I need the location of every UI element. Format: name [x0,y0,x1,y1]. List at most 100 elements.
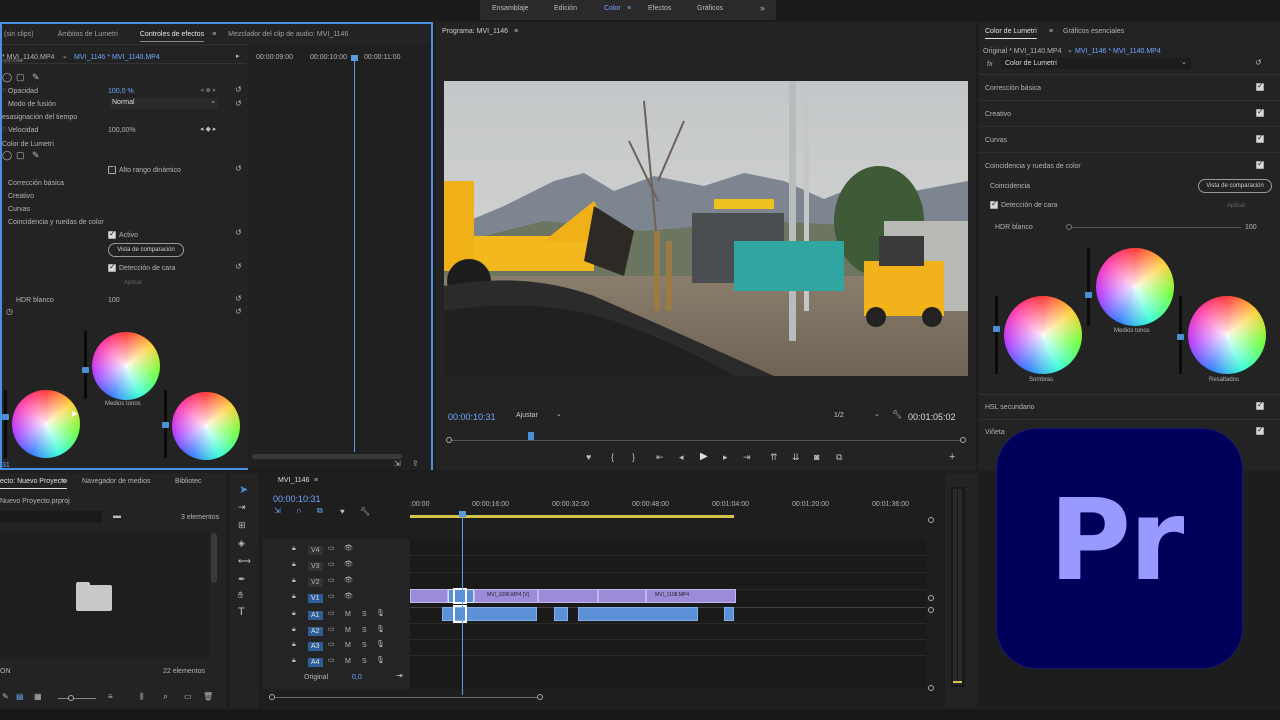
keyframe-nav-icon[interactable]: ◂ ◆ ▸ [200,126,216,133]
tab-effect-controls[interactable]: Controles de efectos [126,31,212,38]
timeline-h-scrollbar[interactable] [269,694,543,700]
folder-icon[interactable] [76,585,112,611]
workspace-tab-color[interactable]: Color [604,5,621,12]
extract-icon[interactable]: ⇊ [792,453,800,462]
opacity-toggle-icon[interactable]: ◌ [2,87,6,94]
video-clip[interactable] [538,589,598,603]
pen-mask-icon[interactable]: ✎ [32,151,40,160]
reset-icon[interactable]: ↺ [1255,59,1262,67]
sequence-tab[interactable]: MVI_1146 [278,477,309,484]
lumetri-vignette-checkbox[interactable] [1256,425,1264,435]
mute-button[interactable]: M [345,627,351,634]
zoom-slider[interactable] [58,695,96,701]
video-clip[interactable]: MVI_1096.MP4 [V] [474,589,538,603]
reset-icon[interactable]: ↺ [235,308,242,316]
lock-icon[interactable]: 🔒︎ [292,561,296,568]
video-clip[interactable]: MVI_1108.MP4 [646,589,736,603]
speed-toggle-icon[interactable]: ◌ [2,126,6,133]
add-button-icon[interactable]: + [949,452,955,463]
selection-tool-icon[interactable]: ➤ [239,485,248,496]
opacity-value[interactable]: 100,0 % [108,88,134,95]
section-creative[interactable]: Creativo [8,193,34,200]
lock-icon[interactable]: 🔒︎ [292,626,296,633]
lumetri-face-detect-checkbox[interactable] [990,199,998,209]
sync-icon[interactable]: ▭ [328,610,335,617]
sync-icon[interactable]: ▭ [328,577,335,584]
time-ruler[interactable]: :00:00 00:00:16:00 00:00:32:00 00:00:48:… [410,497,930,519]
linked-selection-icon[interactable]: ⧉ [317,507,323,515]
lumetri-creative-checkbox[interactable] [1256,107,1264,117]
fx-badge[interactable]: fx [987,61,992,68]
wrench-icon[interactable]: 🔧︎ [892,411,902,419]
audio-clip[interactable] [578,607,698,621]
hdr-checkbox[interactable] [108,164,116,174]
sync-icon[interactable]: ▭ [328,657,335,664]
track-v4-label[interactable]: V4 [308,546,323,555]
hand-tool-icon[interactable]: ✋︎ [238,591,243,600]
solo-button[interactable]: S [362,611,367,618]
program-scrub-bar[interactable] [446,432,966,443]
add-marker-icon[interactable]: ♥ [340,508,345,516]
rectangle-mask-icon[interactable]: ▢ [16,151,25,160]
mark-in-icon[interactable]: { [611,453,614,462]
mute-button[interactable]: M [345,658,351,665]
lumetri-section-hsl[interactable]: HSL secundario [985,404,1035,411]
resolution-select[interactable]: 1/2 ⌄ [834,410,884,421]
tab-project[interactable]: ecto: Nuevo Proyecto [0,478,67,485]
mute-button[interactable]: M [345,611,351,618]
chevron-down-icon[interactable]: ⌄ [1067,47,1073,54]
eye-icon[interactable]: 👁︎ [344,593,353,600]
ellipse-mask-icon[interactable]: ◯ [2,151,12,160]
workspace-tab-efectos[interactable]: Efectos [648,5,671,12]
tab-audio-mixer[interactable]: Mezclador del clip de audio: MVI_1146 [216,31,356,38]
go-to-end-icon[interactable]: ⇥ [396,672,403,680]
lumetri-wheels-checkbox[interactable] [1256,159,1264,169]
add-marker-icon[interactable]: ♥ [586,453,591,462]
settings-wrench-icon[interactable]: 🔧︎ [360,508,370,516]
pen-tool-icon[interactable]: ✒ [238,575,246,584]
delete-icon[interactable]: 🗑︎ [203,693,213,701]
new-item-icon[interactable]: ▭ [184,693,192,701]
speed-value[interactable]: 100,00% [108,127,136,134]
go-to-out-icon[interactable]: ⇥ [743,453,751,462]
new-bin-icon[interactable]: ▬ [113,512,121,520]
microphone-icon[interactable]: 🎙︎ [376,657,385,664]
lock-icon[interactable]: 🔒︎ [292,577,296,584]
lumetri-apply-button[interactable]: Aplicar [1227,203,1245,209]
snap-icon[interactable]: ∩ [296,507,302,515]
lumetri-shadows-wheel[interactable] [1004,296,1082,374]
blend-mode-select[interactable]: Normal ⌄ [110,98,218,109]
lumetri-highlights-slider[interactable] [1177,296,1184,374]
program-playhead[interactable] [527,432,534,440]
lumetri-section-curves[interactable]: Curvas [985,137,1007,144]
lumetri-hdr-white-value[interactable]: 100 [1245,224,1257,231]
timeline-playhead[interactable] [462,515,463,695]
tab-lumetri-scopes[interactable]: Ámbitos de Lumetri [42,31,126,38]
microphone-icon[interactable]: 🎙︎ [376,626,385,633]
audio-clip[interactable] [724,607,734,621]
more-workspaces-icon[interactable]: » [760,3,765,13]
track-v2-label[interactable]: V2 [308,578,323,587]
nest-icon[interactable]: ⇲ [274,507,281,515]
reset-icon[interactable]: ↺ [235,229,242,237]
mark-out-icon[interactable]: } [632,453,635,462]
ripple-edit-icon[interactable]: ⊞ [238,521,246,530]
keyframe-nav-icon[interactable]: ◂ ◆ ▸ [200,87,216,94]
reset-icon[interactable]: ↺ [235,295,242,303]
go-to-in-icon[interactable]: ⇤ [656,453,664,462]
lift-icon[interactable]: ⇈ [770,453,778,462]
section-curves[interactable]: Curvas [8,206,30,213]
fit-select[interactable]: Ajustar ⌄ [514,410,564,421]
lumetri-highlights-wheel[interactable] [1188,296,1266,374]
face-detect-checkbox[interactable] [108,262,116,272]
lock-icon[interactable]: 🔒︎ [292,545,296,552]
lumetri-shadows-slider[interactable] [993,296,1000,374]
clip-target-label[interactable]: MVI_1146 * MVI_1140.MP4 [74,54,160,61]
reset-icon[interactable]: ↺ [235,263,242,271]
panel-menu-icon[interactable]: ≡ [62,478,66,485]
midtones-slider[interactable] [82,331,89,399]
video-frame[interactable] [444,81,968,376]
project-scrollbar[interactable] [211,533,217,583]
master-track-value[interactable]: 0,0 [352,674,362,681]
ellipse-mask-icon[interactable]: ◯ [2,73,12,82]
